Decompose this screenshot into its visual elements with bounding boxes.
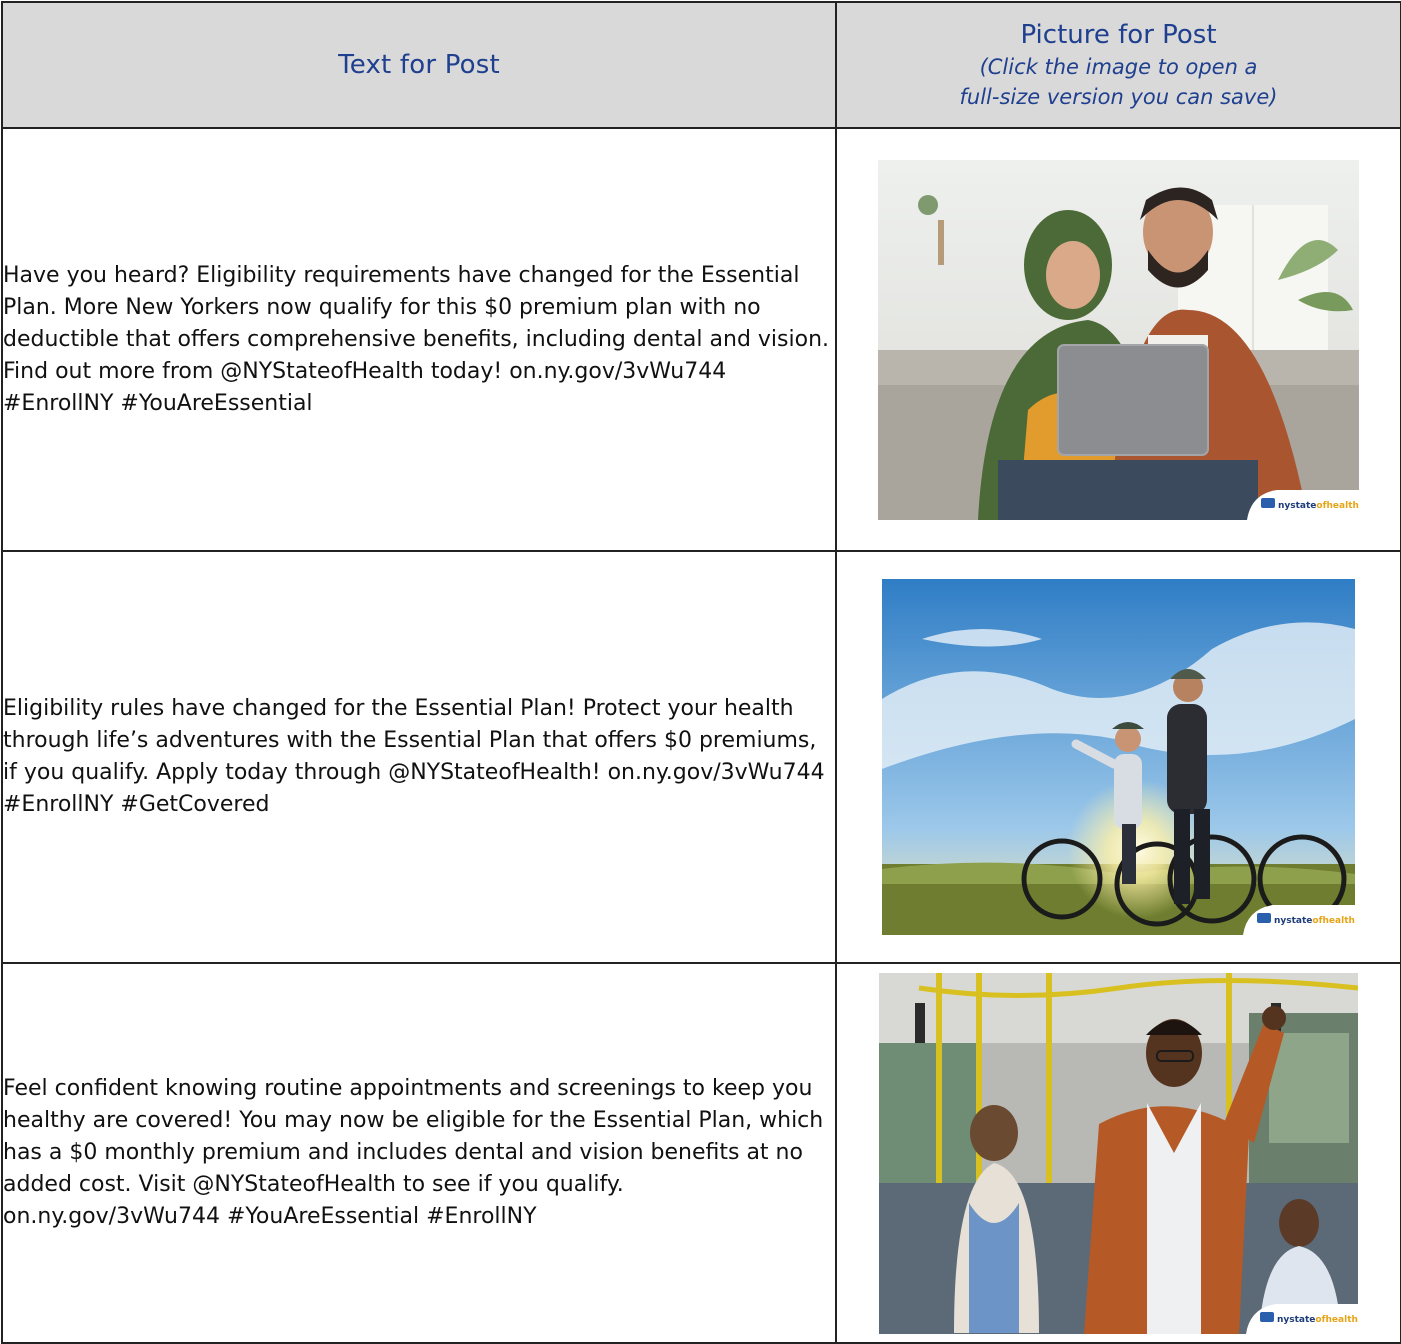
picture-note-line-2: full-size version you can save) bbox=[959, 85, 1278, 109]
ny-state-map-icon bbox=[1257, 913, 1271, 923]
picture-for-post-heading: Picture for Post bbox=[1020, 20, 1217, 50]
post-text[interactable]: Feel confident knowing routine appointme… bbox=[3, 1076, 823, 1229]
table-row: Have you heard? Eligibility requirements… bbox=[1, 127, 1401, 552]
man-on-bus-photo[interactable]: nystateofhealth bbox=[879, 972, 1358, 1334]
svg-text:nystateofhealth: nystateofhealth bbox=[1274, 916, 1355, 926]
post-text[interactable]: Eligibility rules have changed for the E… bbox=[3, 696, 825, 817]
post-text[interactable]: Have you heard? Eligibility requirements… bbox=[3, 263, 829, 416]
svg-text:nystateofhealth: nystateofhealth bbox=[1277, 1315, 1358, 1325]
social-posts-table: Text for Post Picture for Post (Click th… bbox=[1, 1, 1401, 1344]
post-picture-cell: nystateofhealth bbox=[835, 550, 1401, 964]
nystateofhealth-logo: nystateofhealth bbox=[1243, 905, 1355, 935]
post-text-cell: Feel confident knowing routine appointme… bbox=[1, 962, 837, 1344]
nystateofhealth-logo: nystateofhealth bbox=[1246, 1303, 1358, 1334]
text-for-post-heading: Text for Post bbox=[338, 50, 500, 80]
couple-on-couch-with-laptop-photo[interactable]: nystateofhealth bbox=[878, 159, 1359, 520]
table-row: Feel confident knowing routine appointme… bbox=[1, 962, 1401, 1344]
picture-note-line-1: (Click the image to open a bbox=[979, 55, 1258, 79]
picture-column-header: Picture for Post (Click the image to ope… bbox=[835, 1, 1401, 129]
post-text-cell: Eligibility rules have changed for the E… bbox=[1, 550, 837, 964]
post-picture-cell: nystateofhealth bbox=[835, 962, 1401, 1344]
ny-state-map-icon bbox=[1261, 497, 1275, 508]
ny-state-map-icon bbox=[1260, 1311, 1274, 1322]
text-column-header: Text for Post bbox=[1, 1, 837, 129]
cyclists-at-sunset-photo[interactable]: nystateofhealth bbox=[882, 579, 1355, 935]
table-header-row: Text for Post Picture for Post (Click th… bbox=[1, 1, 1401, 129]
post-text-cell: Have you heard? Eligibility requirements… bbox=[1, 127, 837, 552]
svg-text:nystateofhealth: nystateofhealth bbox=[1278, 501, 1359, 511]
nystateofhealth-logo: nystateofhealth bbox=[1247, 489, 1359, 520]
post-picture-cell: nystateofhealth bbox=[835, 127, 1401, 552]
table-row: Eligibility rules have changed for the E… bbox=[1, 550, 1401, 964]
